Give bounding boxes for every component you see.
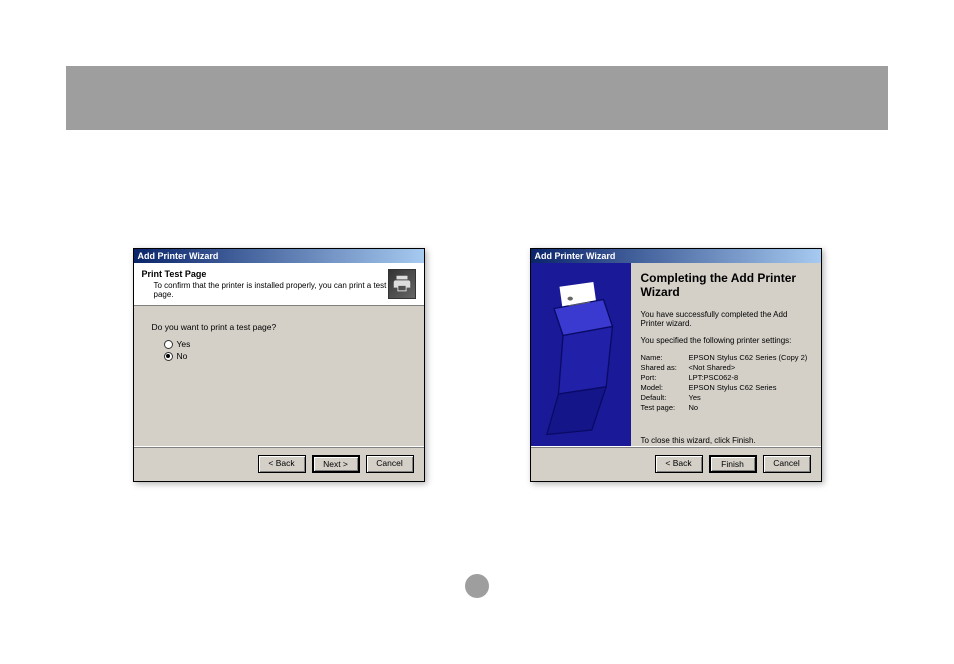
back-button[interactable]: < Back	[655, 455, 703, 473]
setting-name: Name: EPSON Stylus C62 Series (Copy 2)	[641, 353, 811, 362]
setting-value: EPSON Stylus C62 Series	[689, 383, 777, 392]
printer-graphic-icon	[536, 273, 626, 443]
radio-label: No	[177, 351, 188, 361]
radio-no[interactable]: No	[152, 350, 406, 362]
radio-icon	[164, 352, 173, 361]
setting-value: Yes	[689, 393, 701, 402]
setting-value: No	[689, 403, 699, 412]
close-instruction: To close this wizard, click Finish.	[641, 436, 811, 445]
setting-label: Test page:	[641, 403, 689, 412]
header-text: Print Test Page To confirm that the prin…	[142, 269, 388, 299]
button-bar: < Back Next > Cancel	[134, 446, 424, 481]
completing-heading: Completing the Add Printer Wizard	[641, 271, 811, 300]
next-button[interactable]: Next >	[312, 455, 360, 473]
finish-button[interactable]: Finish	[709, 455, 757, 473]
header-subtitle: To confirm that the printer is installed…	[142, 281, 388, 299]
dialog-titlebar: Add Printer Wizard	[531, 249, 821, 263]
wizard-graphic-panel	[531, 263, 631, 446]
setting-label: Port:	[641, 373, 689, 382]
setting-shared: Shared as: <Not Shared>	[641, 363, 811, 372]
printer-icon	[388, 269, 416, 299]
setting-label: Model:	[641, 383, 689, 392]
radio-yes[interactable]: Yes	[152, 338, 406, 350]
setting-default: Default: Yes	[641, 393, 811, 402]
completing-wizard-dialog: Add Printer Wizard Completing the Add Pr…	[530, 248, 822, 482]
header-gray-bar	[66, 66, 888, 130]
setting-label: Default:	[641, 393, 689, 402]
specified-text: You specified the following printer sett…	[641, 336, 811, 345]
prompt-text: Do you want to print a test page?	[152, 322, 406, 332]
radio-label: Yes	[177, 339, 191, 349]
dialogs-container: Add Printer Wizard Print Test Page To co…	[0, 248, 954, 482]
setting-model: Model: EPSON Stylus C62 Series	[641, 383, 811, 392]
dialog-body: Completing the Add Printer Wizard You ha…	[531, 263, 821, 446]
dialog-titlebar: Add Printer Wizard	[134, 249, 424, 263]
setting-label: Shared as:	[641, 363, 689, 372]
cancel-button[interactable]: Cancel	[366, 455, 414, 473]
dialog-body: Do you want to print a test page? Yes No	[134, 306, 424, 446]
cancel-button[interactable]: Cancel	[763, 455, 811, 473]
setting-testpage: Test page: No	[641, 403, 811, 412]
setting-value: EPSON Stylus C62 Series (Copy 2)	[689, 353, 808, 362]
setting-value: <Not Shared>	[689, 363, 736, 372]
success-text: You have successfully completed the Add …	[641, 310, 811, 328]
back-button[interactable]: < Back	[258, 455, 306, 473]
setting-label: Name:	[641, 353, 689, 362]
wizard-right-content: Completing the Add Printer Wizard You ha…	[631, 263, 821, 446]
dialog-header: Print Test Page To confirm that the prin…	[134, 263, 424, 306]
header-title: Print Test Page	[142, 269, 388, 279]
setting-port: Port: LPT:PSC062-8	[641, 373, 811, 382]
setting-value: LPT:PSC062-8	[689, 373, 739, 382]
print-test-page-dialog: Add Printer Wizard Print Test Page To co…	[133, 248, 425, 482]
radio-icon	[164, 340, 173, 349]
settings-table: Name: EPSON Stylus C62 Series (Copy 2) S…	[641, 353, 811, 412]
button-bar: < Back Finish Cancel	[531, 446, 821, 481]
page-number-circle	[465, 574, 489, 598]
